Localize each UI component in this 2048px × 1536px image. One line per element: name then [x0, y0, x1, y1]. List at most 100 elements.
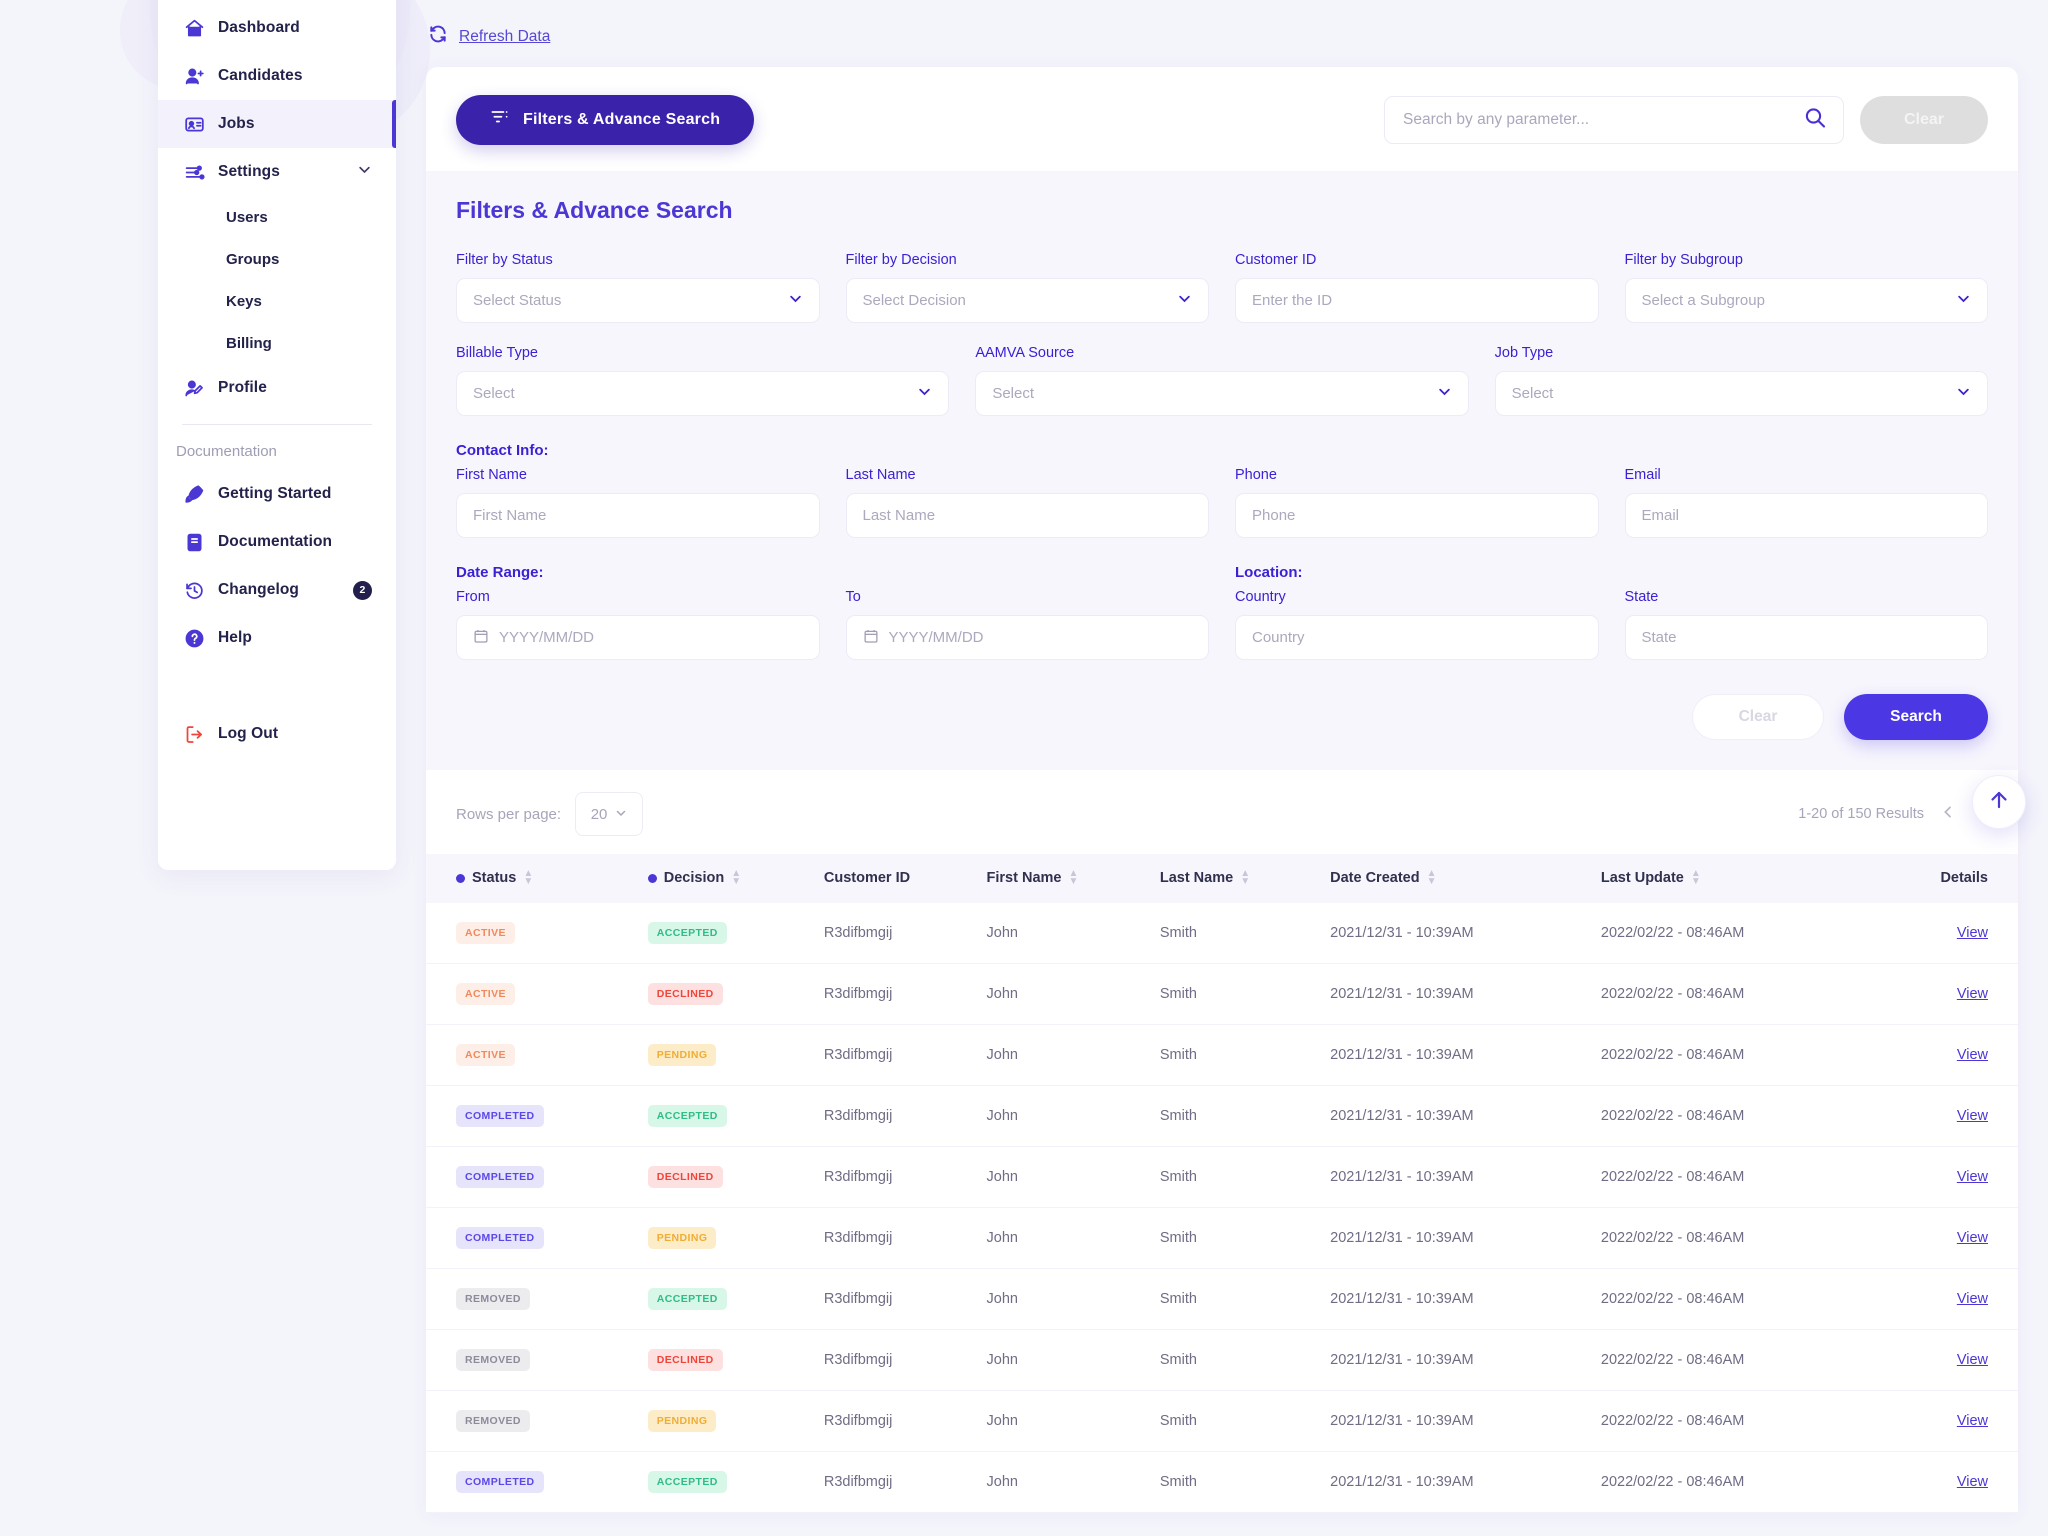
- cell-status: REMOVED: [426, 1268, 648, 1330]
- chevron-down-icon[interactable]: [357, 162, 372, 182]
- sort-icon[interactable]: ▲ ▼: [1427, 869, 1437, 887]
- view-link[interactable]: View: [1957, 1352, 1988, 1368]
- select-control[interactable]: Select: [456, 371, 950, 416]
- column-header-decision[interactable]: Decision ▲ ▼: [647, 854, 824, 903]
- text-input-control[interactable]: YYYY/MM/DD: [456, 615, 820, 660]
- field-placeholder: Select: [1511, 385, 1554, 402]
- text-input-control[interactable]: Phone: [1235, 493, 1599, 538]
- status-badge: ACTIVE: [456, 1043, 515, 1066]
- cell-last-name: Smith: [1159, 1085, 1331, 1147]
- cell-date-created: 2021/12/31 - 10:39AM: [1330, 1268, 1601, 1330]
- search-icon[interactable]: [1803, 106, 1827, 135]
- decision-badge: ACCEPTED: [647, 1287, 727, 1310]
- sidebar-item-candidates[interactable]: Candidates: [158, 52, 396, 100]
- cell-last-name: Smith: [1159, 1451, 1331, 1513]
- filters-button-label: Filters & Advance Search: [523, 111, 721, 128]
- scroll-to-top-button[interactable]: [1972, 775, 2026, 829]
- sidebar-item-jobs[interactable]: Jobs: [158, 100, 396, 148]
- text-input-control[interactable]: Last Name: [845, 493, 1209, 538]
- table-head: Status ▲ ▼ Decision ▲ ▼ Customer ID First Name ▲…: [426, 854, 2018, 903]
- text-input-control[interactable]: State: [1624, 615, 1988, 660]
- sort-icon[interactable]: ▲ ▼: [1068, 869, 1078, 887]
- text-input-control[interactable]: First Name: [456, 493, 820, 538]
- column-header-first-name[interactable]: First Name ▲ ▼: [986, 854, 1160, 903]
- sidebar-item-changelog[interactable]: Changelog 2: [158, 566, 396, 614]
- field-placeholder: Email: [1641, 507, 1680, 524]
- sidebar-item-profile[interactable]: Profile: [158, 364, 396, 412]
- view-link[interactable]: View: [1957, 986, 1988, 1002]
- view-link[interactable]: View: [1957, 1047, 1988, 1063]
- view-link[interactable]: View: [1957, 1291, 1988, 1307]
- view-link[interactable]: View: [1957, 1230, 1988, 1246]
- sidebar-subitem-groups[interactable]: Groups: [158, 238, 396, 280]
- sidebar-subitem-billing[interactable]: Billing: [158, 322, 396, 364]
- select-control[interactable]: Select: [975, 371, 1469, 416]
- cell-customer-id: R3difbmgij: [823, 902, 987, 964]
- field-label: Job Type: [1494, 345, 1554, 361]
- decision-badge: DECLINED: [647, 982, 723, 1005]
- sort-icon[interactable]: ▲ ▼: [1691, 869, 1701, 887]
- sort-icon[interactable]: ▲ ▼: [1240, 869, 1250, 887]
- view-link[interactable]: View: [1957, 925, 1988, 941]
- select-control[interactable]: Select Status: [456, 278, 820, 323]
- sidebar-badge: 2: [353, 580, 372, 600]
- refresh-icon: [428, 24, 448, 49]
- sidebar-item-settings[interactable]: Settings: [158, 148, 396, 196]
- select-control[interactable]: Select Decision: [845, 278, 1209, 323]
- search-box[interactable]: [1384, 96, 1844, 144]
- clear-search-button[interactable]: Clear: [1860, 96, 1988, 144]
- rows-per-page-select[interactable]: 20: [575, 792, 644, 836]
- filters-advance-search-button[interactable]: Filters & Advance Search: [456, 95, 755, 145]
- contact-info-label: Contact Info:: [456, 442, 549, 459]
- text-input-control[interactable]: Enter the ID: [1235, 278, 1599, 323]
- search-submit-button[interactable]: Search: [1844, 694, 1988, 740]
- search-input[interactable]: [1385, 111, 1843, 129]
- select-control[interactable]: Select: [1494, 371, 1988, 416]
- filters-panel: Filters & Advance Search Filter by Statu…: [426, 171, 2018, 770]
- sidebar-subitem-users[interactable]: Users: [158, 196, 396, 238]
- table-row: COMPLETED ACCEPTED R3difbmgij John Smith 2021…: [426, 1451, 2018, 1513]
- sidebar-main-nav: Dashboard Candidates Jobs Settings Users Grou…: [158, 4, 396, 412]
- column-header-status[interactable]: Status ▲ ▼: [426, 854, 648, 903]
- field-label: Filter by Subgroup: [1624, 252, 1743, 268]
- text-input-control[interactable]: YYYY/MM/DD: [845, 615, 1209, 660]
- status-badge: REMOVED: [456, 1287, 530, 1310]
- refresh-data-link[interactable]: Refresh Data: [459, 28, 550, 46]
- column-header-last-name[interactable]: Last Name ▲ ▼: [1159, 854, 1331, 903]
- cell-status: COMPLETED: [426, 1085, 648, 1147]
- column-header-label: Details: [1940, 870, 1988, 887]
- logout-icon: [183, 723, 205, 745]
- filter-field-from: From YYYY/MM/DD: [456, 589, 820, 660]
- sidebar-item-label: Log Out: [218, 725, 279, 742]
- cell-last-name: Smith: [1159, 1207, 1331, 1269]
- sidebar-item-getting-started[interactable]: Getting Started: [158, 470, 396, 518]
- view-link[interactable]: View: [1957, 1474, 1988, 1490]
- sidebar-item-help[interactable]: Help: [158, 614, 396, 662]
- cell-status: ACTIVE: [426, 963, 648, 1025]
- sidebar-subitem-label: Billing: [226, 334, 272, 352]
- sort-icon[interactable]: ▲ ▼: [523, 869, 533, 887]
- view-link[interactable]: View: [1957, 1169, 1988, 1185]
- sidebar-item-documentation[interactable]: Documentation: [158, 518, 396, 566]
- sidebar-item-log-out[interactable]: Log Out: [158, 710, 396, 758]
- text-input-control[interactable]: Email: [1624, 493, 1988, 538]
- view-link[interactable]: View: [1957, 1108, 1988, 1124]
- status-badge: COMPLETED: [456, 1104, 544, 1127]
- select-control[interactable]: Select a Subgroup: [1624, 278, 1988, 323]
- chevron-left-icon[interactable]: [1940, 804, 1956, 825]
- content-panel: Filters & Advance Search Clear: [426, 67, 2018, 1513]
- column-header-last-update[interactable]: Last Update ▲ ▼: [1600, 854, 1872, 903]
- sort-icon[interactable]: ▲ ▼: [731, 869, 741, 887]
- cell-last-update: 2022/02/22 - 08:46AM: [1600, 1024, 1872, 1086]
- cell-date-created: 2021/12/31 - 10:39AM: [1330, 1207, 1601, 1269]
- column-header-label: First Name: [986, 870, 1062, 887]
- column-header-date-created[interactable]: Date Created ▲ ▼: [1330, 854, 1601, 903]
- clear-filters-button[interactable]: Clear: [1692, 694, 1824, 740]
- field-placeholder: Phone: [1252, 507, 1296, 524]
- view-link[interactable]: View: [1957, 1413, 1988, 1429]
- cell-decision: PENDING: [647, 1207, 824, 1269]
- field-placeholder: Select: [992, 385, 1035, 402]
- sidebar-item-dashboard[interactable]: Dashboard: [158, 4, 396, 52]
- text-input-control[interactable]: Country: [1235, 615, 1599, 660]
- sidebar-subitem-keys[interactable]: Keys: [158, 280, 396, 322]
